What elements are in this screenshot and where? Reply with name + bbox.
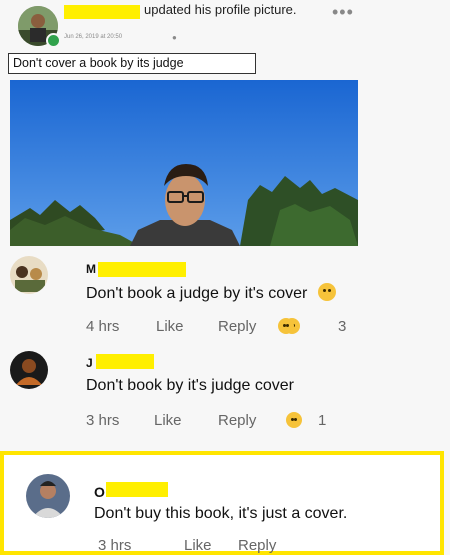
reaction-count: 3	[338, 318, 347, 335]
poster-name-redacted	[64, 5, 140, 19]
comment-text: Don't book a judge by it's cover	[86, 283, 336, 303]
commenter-initial[interactable]: O	[94, 484, 105, 500]
commenter-avatar[interactable]	[10, 256, 48, 294]
more-options-icon[interactable]: •••	[332, 2, 354, 23]
commenter-avatar-image	[26, 474, 70, 518]
comment-actions: 4 hrs Like Reply 3	[86, 318, 386, 338]
commenter-name-redacted	[96, 354, 154, 369]
reply-button[interactable]: Reply	[218, 412, 256, 429]
upside-down-emoji-icon	[317, 283, 336, 301]
commenter-name-redacted	[98, 262, 186, 277]
commenter-initial[interactable]: J	[86, 356, 93, 370]
commenter-initial[interactable]: M	[86, 262, 96, 276]
comment-actions: 3 hrs Like Reply 1	[86, 412, 386, 432]
like-button[interactable]: Like	[156, 318, 184, 335]
comment-time: 4 hrs	[86, 318, 120, 335]
profile-picture-photo[interactable]	[10, 80, 358, 246]
post-action-text: updated his profile picture.	[144, 2, 297, 17]
comment-text: Don't buy this book, it's just a cover.	[94, 505, 348, 522]
comment-text: Don't book by it's judge cover	[86, 377, 294, 394]
reply-button[interactable]: Reply	[238, 537, 276, 554]
post-timestamp[interactable]: Jun 26, 2019 at 20:50	[64, 34, 122, 40]
reaction-count: 1	[318, 412, 327, 429]
comment-text-content: Don't book a judge by it's cover	[86, 285, 308, 302]
photo-image	[10, 80, 358, 246]
comment-time: 3 hrs	[98, 537, 132, 554]
commenter-avatar-image	[10, 256, 48, 294]
comment-time: 3 hrs	[86, 412, 120, 429]
commenter-avatar-image	[10, 351, 48, 389]
commenter-avatar[interactable]	[26, 474, 70, 518]
commenter-name-redacted	[106, 482, 168, 497]
globe-icon: ●	[172, 33, 177, 42]
like-button[interactable]: Like	[154, 412, 182, 429]
online-status-indicator	[46, 33, 61, 48]
reply-button[interactable]: Reply	[218, 318, 256, 335]
comment-actions: 3 hrs Like Reply	[98, 537, 358, 555]
commenter-avatar[interactable]	[10, 351, 48, 389]
post-caption: Don't cover a book by its judge	[8, 53, 256, 74]
like-button[interactable]: Like	[184, 537, 212, 554]
